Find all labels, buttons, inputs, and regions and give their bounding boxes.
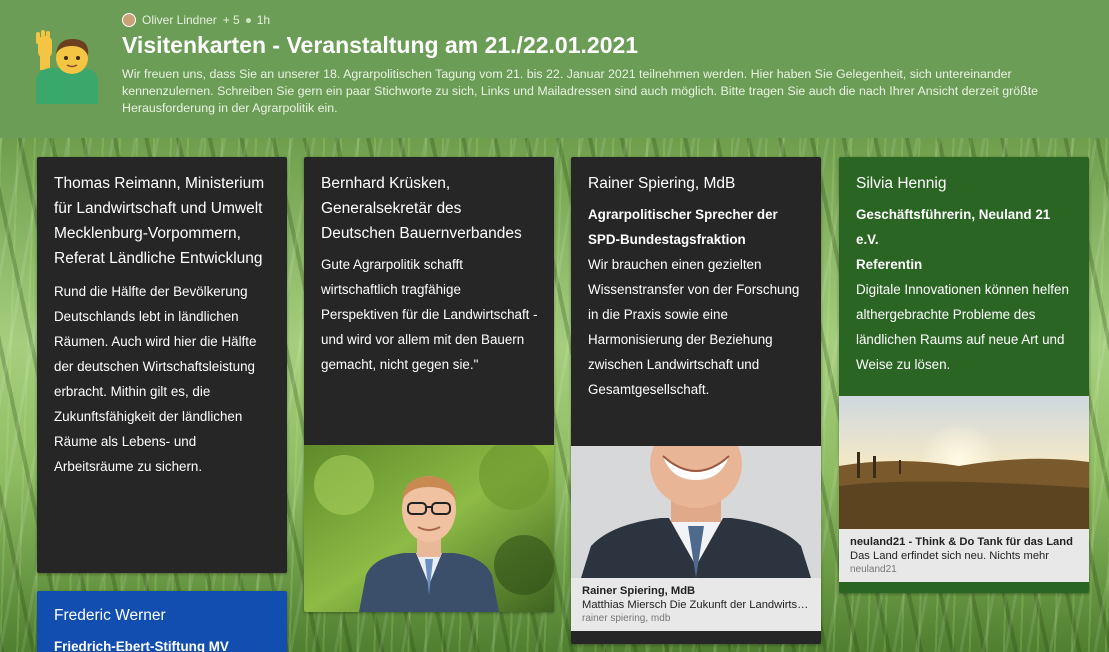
post-role-secondary: Referentin [856,257,923,272]
post-title: Rainer Spiering, MdB [588,175,736,192]
link-description: Matthias Miersch Die Zukunft der Landwir… [582,599,811,611]
post-title: Bernhard Krüsken, Generalsekretär des De… [321,175,522,242]
collaborator-count[interactable]: + 5 [223,13,240,27]
post-title: Silvia Hennig [856,175,947,192]
separator-dot [245,17,251,23]
post-title: Thomas Reimann, Ministerium für Landwirt… [54,175,265,267]
post-subtitle: Friedrich-Ebert-Stiftung MV [54,639,229,652]
link-preview[interactable]: Rainer Spiering, MdB Matthias Miersch Di… [571,578,821,631]
board-description: Wir freuen uns, dass Sie an unserer 18. … [122,67,1039,115]
post-role: Geschäftsführerin, Neuland 21 e.V. [856,207,1051,247]
board-title: Visitenkarten - Veranstaltung am 21./22.… [122,32,639,58]
author-avatar[interactable] [122,13,136,27]
post-body: Rund die Hälfte der Bevölkerung Deutschl… [54,284,257,474]
post-body: Gute Agrarpolitik schafft wirtschaftlich… [321,257,538,372]
author-name[interactable]: Oliver Lindner [142,13,217,27]
link-title: Rainer Spiering, MdB [582,585,696,597]
post-meta: Oliver Lindner + 5 1h [122,13,270,27]
post-card-werner[interactable]: Frederic Werner Friedrich-Ebert-Stiftung… [37,591,287,652]
post-card-spiering[interactable]: Rainer Spiering, MdB Agrarpolitischer Sp… [571,157,821,644]
link-domain: rainer spiering, mdb [582,613,671,624]
post-card-reimann[interactable]: Thomas Reimann, Ministerium für Landwirt… [37,157,287,573]
link-preview[interactable]: neuland21 - Think & Do Tank für das Land… [839,529,1089,582]
portrait-photo-spiering[interactable] [571,446,821,578]
post-role: Agrarpolitischer Sprecher der SPD-Bundes… [588,207,778,247]
board-header: Oliver Lindner + 5 1h Visitenkarten - Ve… [0,0,1109,138]
waving-person-icon [36,30,98,104]
link-domain: neuland21 [850,564,897,575]
post-card-hennig[interactable]: Silvia Hennig Geschäftsführerin, Neuland… [839,157,1089,593]
post-body: Wir brauchen einen gezielten Wissenstran… [588,257,800,397]
post-card-kruesken[interactable]: Bernhard Krüsken, Generalsekretär des De… [304,157,554,612]
link-title: neuland21 - Think & Do Tank für das Land [850,536,1073,548]
post-time: 1h [256,13,271,27]
post-title: Frederic Werner [54,607,166,624]
portrait-photo-kruesken[interactable] [304,445,554,612]
post-body: Digitale Innovationen können helfen alth… [856,282,1069,372]
link-description: Das Land erfindet sich neu. Nichts mehr [850,550,1049,562]
landscape-photo-neuland21[interactable] [839,396,1089,529]
